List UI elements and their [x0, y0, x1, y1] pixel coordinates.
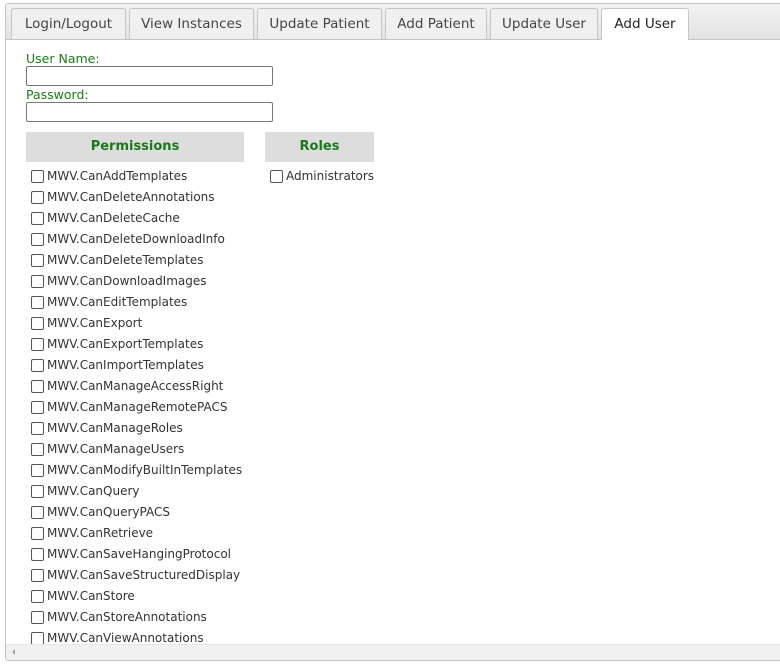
permission-item[interactable]: MWV.CanStore — [26, 586, 135, 606]
checkbox[interactable] — [31, 274, 44, 288]
checkbox[interactable] — [31, 631, 44, 645]
checkbox[interactable] — [31, 463, 44, 477]
permission-item[interactable]: MWV.CanDeleteCache — [26, 208, 180, 228]
checkbox-label: MWV.CanManageAccessRight — [47, 379, 224, 393]
password-input[interactable] — [26, 102, 273, 122]
checkbox-label: MWV.CanImportTemplates — [47, 358, 204, 372]
checkbox[interactable] — [31, 358, 44, 372]
checkbox[interactable] — [31, 505, 44, 519]
checkbox-label: MWV.CanDeleteDownloadInfo — [47, 232, 225, 246]
checkbox[interactable] — [31, 316, 44, 330]
permission-item[interactable]: MWV.CanStoreAnnotations — [26, 607, 207, 627]
roles-header: Roles — [265, 132, 374, 162]
checkbox-label: MWV.CanSaveHangingProtocol — [47, 547, 232, 561]
scroll-left-arrow-icon[interactable] — [12, 649, 15, 655]
tab-add-user[interactable]: Add User — [601, 8, 689, 40]
permissions-header: Permissions — [26, 132, 244, 162]
permission-item[interactable]: MWV.CanModifyBuiltInTemplates — [26, 460, 242, 480]
username-label: User Name: — [26, 51, 100, 66]
checkbox[interactable] — [31, 442, 44, 456]
checkbox-label: MWV.CanRetrieve — [47, 526, 154, 540]
permission-item[interactable]: MWV.CanManageAccessRight — [26, 376, 223, 396]
checkbox-label: MWV.CanModifyBuiltInTemplates — [47, 463, 243, 477]
checkbox-label: MWV.CanStoreAnnotations — [47, 610, 207, 624]
checkbox-label: MWV.CanExportTemplates — [47, 337, 204, 351]
permission-item[interactable]: MWV.CanExport — [26, 313, 142, 333]
role-item[interactable]: Administrators — [265, 166, 374, 186]
tabs-container: Login/Logout View Instances Update Patie… — [5, 3, 780, 661]
tab-update-patient[interactable]: Update Patient — [257, 8, 382, 39]
tab-view-instances[interactable]: View Instances — [129, 8, 254, 39]
permission-item[interactable]: MWV.CanImportTemplates — [26, 355, 204, 375]
checkbox[interactable] — [31, 379, 44, 393]
password-label: Password: — [26, 87, 89, 102]
username-input[interactable] — [26, 66, 273, 86]
checkbox[interactable] — [31, 610, 44, 624]
checkbox-label: MWV.CanDeleteTemplates — [47, 253, 204, 267]
checkbox-label: Administrators — [286, 169, 375, 183]
checkbox-label: MWV.CanStore — [47, 589, 135, 603]
checkbox[interactable] — [31, 547, 44, 561]
checkbox-label: MWV.CanEditTemplates — [47, 295, 188, 309]
permission-item[interactable]: MWV.CanRetrieve — [26, 523, 153, 543]
permission-item[interactable]: MWV.CanExportTemplates — [26, 334, 203, 354]
permission-item[interactable]: MWV.CanAddTemplates — [26, 166, 187, 186]
permission-item[interactable]: MWV.CanSaveStructuredDisplay — [26, 565, 240, 585]
checkbox-label: MWV.CanExport — [47, 316, 143, 330]
tab-login-logout[interactable]: Login/Logout — [11, 8, 126, 39]
tab-update-user[interactable]: Update User — [490, 8, 598, 39]
checkbox-label: MWV.CanManageRemotePACS — [47, 400, 228, 414]
checkbox[interactable] — [31, 421, 44, 435]
checkbox[interactable] — [31, 400, 44, 414]
permission-item[interactable]: MWV.CanDeleteAnnotations — [26, 187, 215, 207]
checkbox[interactable] — [31, 568, 44, 582]
checkbox-label: MWV.CanSaveStructuredDisplay — [47, 568, 241, 582]
checkbox[interactable] — [31, 295, 44, 309]
permission-item[interactable]: MWV.CanSaveHangingProtocol — [26, 544, 231, 564]
checkbox[interactable] — [31, 253, 44, 267]
checkbox-label: MWV.CanDeleteAnnotations — [47, 190, 215, 204]
permission-item[interactable]: MWV.CanManageRoles — [26, 418, 183, 438]
checkbox[interactable] — [31, 526, 44, 540]
checkbox-label: MWV.CanManageUsers — [47, 442, 185, 456]
tab-add-patient[interactable]: Add Patient — [385, 8, 487, 39]
checkbox-label: MWV.CanQueryPACS — [47, 505, 170, 519]
checkbox-label: MWV.CanDownloadImages — [47, 274, 207, 288]
permission-item[interactable]: MWV.CanDeleteTemplates — [26, 250, 203, 270]
permission-item[interactable]: MWV.CanManageRemotePACS — [26, 397, 227, 417]
checkbox[interactable] — [270, 169, 283, 183]
tab-bar: Login/Logout View Instances Update Patie… — [6, 4, 780, 40]
permission-item[interactable]: MWV.CanQueryPACS — [26, 502, 170, 522]
permission-item[interactable]: MWV.CanEditTemplates — [26, 292, 187, 312]
checkbox[interactable] — [31, 337, 44, 351]
permission-item[interactable]: MWV.CanDeleteDownloadInfo — [26, 229, 225, 249]
permission-item[interactable]: MWV.CanManageUsers — [26, 439, 184, 459]
checkbox-label: MWV.CanQuery — [47, 484, 140, 498]
checkbox-label: MWV.CanManageRoles — [47, 421, 183, 435]
checkbox-label: MWV.CanViewAnnotations — [47, 631, 204, 645]
horizontal-scrollbar[interactable] — [6, 644, 780, 660]
checkbox[interactable] — [31, 484, 44, 498]
permission-item[interactable]: MWV.CanQuery — [26, 481, 140, 501]
checkbox[interactable] — [31, 190, 44, 204]
checkbox[interactable] — [31, 589, 44, 603]
checkbox-label: MWV.CanAddTemplates — [47, 169, 188, 183]
permission-item[interactable]: MWV.CanDownloadImages — [26, 271, 207, 291]
checkbox[interactable] — [31, 169, 44, 183]
checkbox-label: MWV.CanDeleteCache — [47, 211, 180, 225]
checkbox[interactable] — [31, 232, 44, 246]
checkbox[interactable] — [31, 211, 44, 225]
